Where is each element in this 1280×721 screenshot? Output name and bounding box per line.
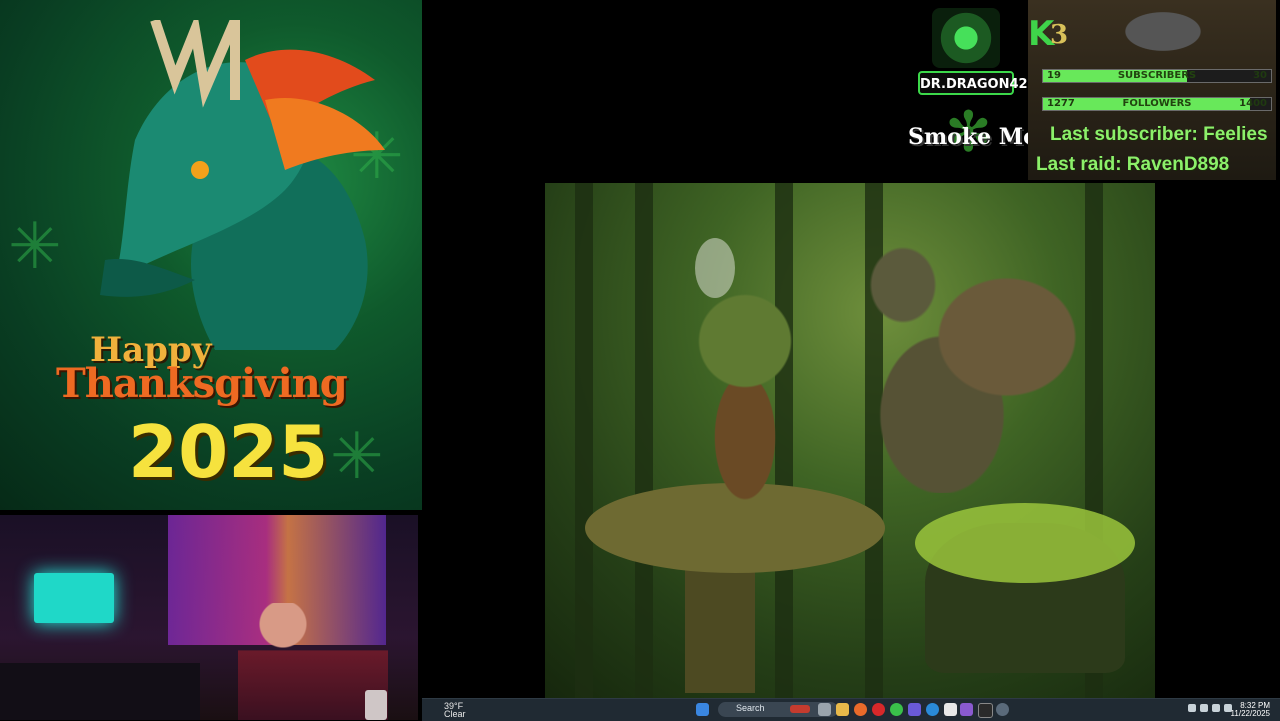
teams-icon[interactable] <box>908 703 921 716</box>
center-artwork <box>545 183 1155 698</box>
thanksgiving-panel: ✳ ✳ ✳ Happy Thanksgiving 2025 <box>0 0 422 510</box>
leaf-decoration-icon: ✳ <box>8 210 62 284</box>
smoke-puff <box>695 238 735 298</box>
leaf-decoration-icon: ✳ <box>330 420 384 494</box>
last-subscriber: Last subscriber: Feelies <box>1050 124 1268 145</box>
tray-chevron-icon[interactable] <box>1188 704 1196 712</box>
forest-tree <box>635 183 653 698</box>
desk <box>0 663 200 720</box>
task-view-icon[interactable] <box>818 703 831 716</box>
search-placeholder: Search <box>736 703 765 713</box>
followers-label: FOLLOWERS <box>1122 98 1192 109</box>
clock-date: 11/22/2025 <box>1230 709 1270 718</box>
greeting-year: 2025 <box>128 410 329 494</box>
webcam-feed <box>0 515 418 720</box>
search-highlight-icon <box>790 705 810 713</box>
subscribers-label: SUBSCRIBERS <box>1117 70 1197 81</box>
greeting-thanksgiving: Thanksgiving <box>56 360 348 407</box>
followers-goal-bar: 1277 FOLLOWERS 1400 <box>1042 97 1272 111</box>
channel-logo: DR.DRAGON420 <box>918 8 1037 98</box>
chrome-icon[interactable] <box>890 703 903 716</box>
file-explorer-icon[interactable] <box>836 703 849 716</box>
kick-app-icon[interactable] <box>978 703 993 718</box>
dragon-figure <box>825 233 1085 493</box>
dragon-illustration <box>100 20 385 350</box>
buds-pile <box>915 503 1135 583</box>
windows-start-icon[interactable] <box>696 703 709 716</box>
steam-icon[interactable] <box>996 703 1009 716</box>
edge-icon[interactable] <box>926 703 939 716</box>
network-icon[interactable] <box>1200 704 1208 712</box>
channel-name: DR.DRAGON420 <box>918 71 1037 95</box>
taskbar-clock[interactable]: 8:32 PM 11/22/2025 <box>1231 702 1270 718</box>
forest-tree <box>575 183 593 698</box>
weather-desc: Clear <box>444 709 466 719</box>
followers-goal: 1400 <box>1239 98 1267 109</box>
firefox-icon[interactable] <box>854 703 867 716</box>
windows-taskbar: 39°F Clear Search 8:32 PM 11/22/2025 <box>422 698 1280 721</box>
pc-monitor <box>34 573 114 623</box>
subscribers-goal-bar: 19 SUBSCRIBERS 30 <box>1042 69 1272 83</box>
dragon-head-art <box>1088 0 1238 70</box>
subscribers-goal: 30 <box>1253 70 1267 81</box>
opera-icon[interactable] <box>872 703 885 716</box>
stream-stats-panel: K 3 19 SUBSCRIBERS 30 1277 FOLLOWERS 140… <box>1028 0 1276 180</box>
weather-widget[interactable]: 39°F Clear <box>430 702 466 719</box>
drink-can <box>365 690 387 720</box>
leprechaun-figure <box>675 293 815 533</box>
dragon-emblem-icon <box>932 8 1000 68</box>
kick-count: 3 <box>1050 20 1069 50</box>
obs-icon[interactable] <box>960 703 973 716</box>
volume-icon[interactable] <box>1212 704 1220 712</box>
app-icon[interactable] <box>944 703 957 716</box>
last-raid: Last raid: RavenD898 <box>1036 154 1230 175</box>
